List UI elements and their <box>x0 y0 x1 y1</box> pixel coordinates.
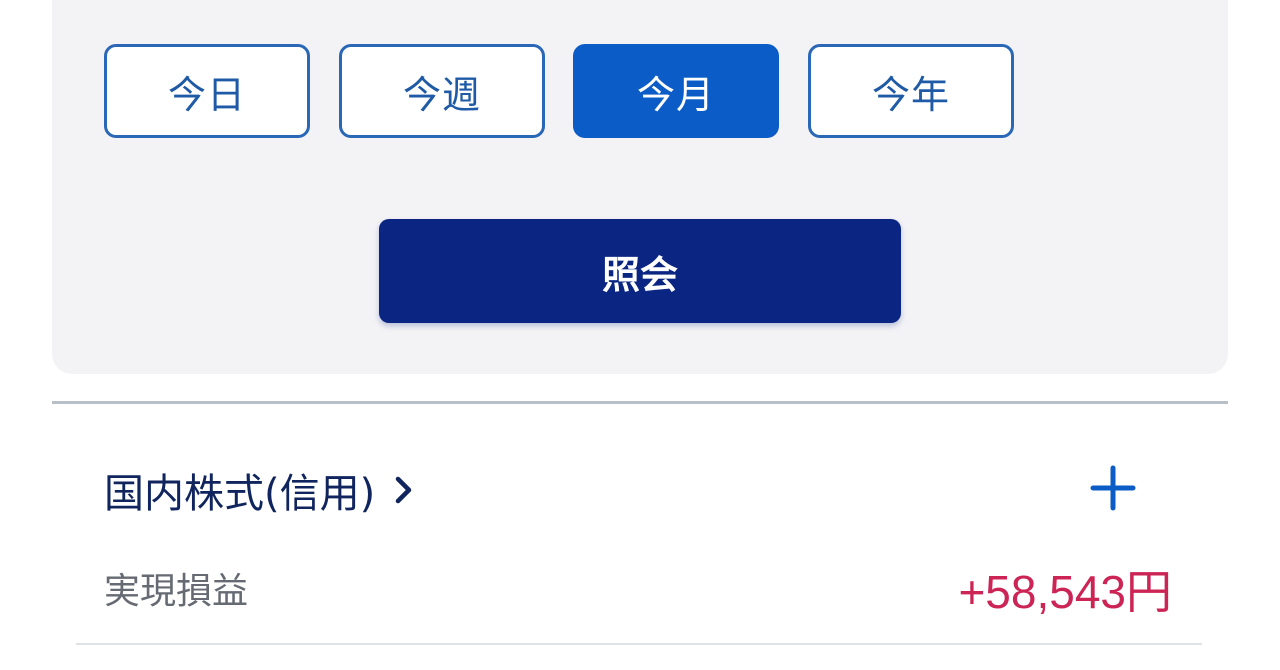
period-this-week-button[interactable]: 今週 <box>339 44 545 138</box>
period-this-month-button[interactable]: 今月 <box>573 44 779 138</box>
row-divider <box>76 643 1202 645</box>
realized-pl-value: +58,543円 <box>958 566 1172 618</box>
section-divider <box>52 401 1228 404</box>
query-button[interactable]: 照会 <box>379 219 901 323</box>
realized-pl-label: 実現損益 <box>104 571 249 612</box>
period-today-button[interactable]: 今日 <box>104 44 310 138</box>
plus-icon[interactable] <box>1090 465 1136 511</box>
period-this-year-button[interactable]: 今年 <box>808 44 1014 138</box>
chevron-right-icon <box>393 473 415 507</box>
section-header-link[interactable]: 国内株式(信用) <box>104 458 415 522</box>
section-title: 国内株式(信用) <box>104 471 376 517</box>
